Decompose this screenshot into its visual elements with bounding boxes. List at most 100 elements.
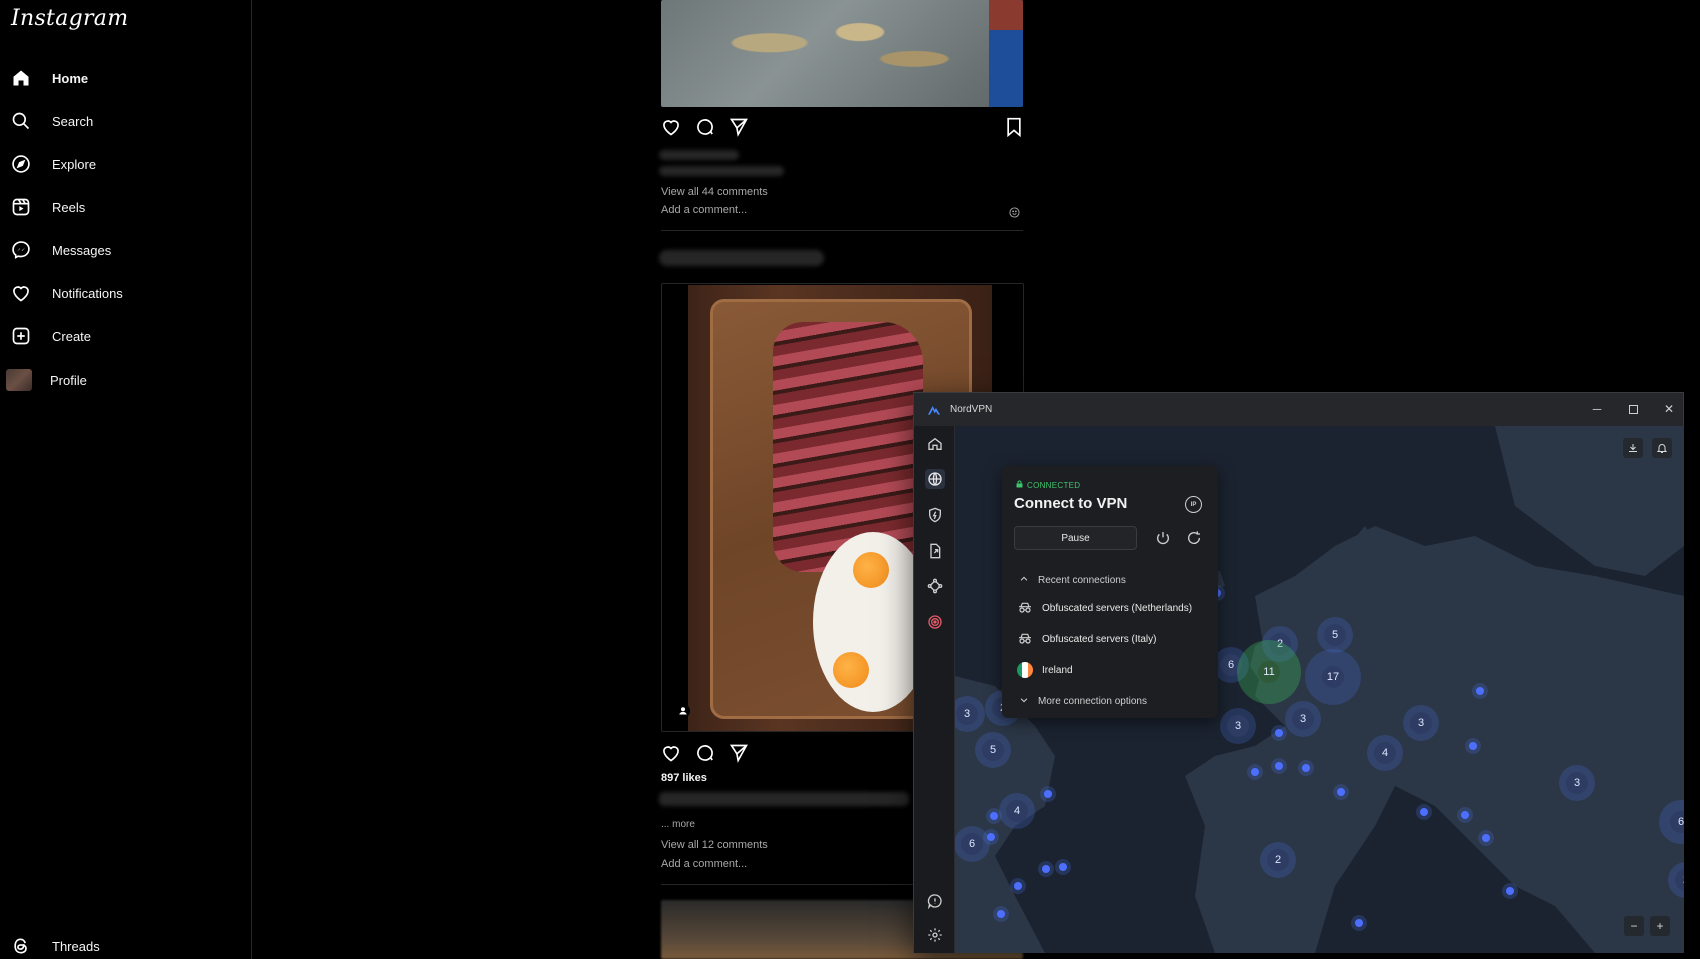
server-cluster[interactable]: 3 [1285, 701, 1321, 737]
server-dot[interactable] [1251, 768, 1259, 776]
server-dot[interactable] [987, 833, 995, 841]
server-dot[interactable] [990, 812, 998, 820]
chevron-down-icon [1019, 695, 1029, 708]
nav-profile[interactable]: Profile [6, 364, 87, 396]
bell-icon[interactable] [1652, 438, 1672, 458]
file-share-icon[interactable] [925, 541, 945, 561]
emoji-icon[interactable] [1009, 205, 1020, 223]
recent-connection-item[interactable]: Obfuscated servers (Netherlands) [1016, 599, 1192, 617]
post-image-mushrooms[interactable] [661, 0, 1023, 107]
nav-create[interactable]: Create [10, 320, 91, 352]
obfuscated-icon [1016, 599, 1034, 617]
more-link[interactable]: ... more [661, 819, 695, 830]
server-dot[interactable] [1469, 742, 1477, 750]
like-icon[interactable] [661, 117, 681, 142]
share-icon[interactable] [729, 743, 749, 768]
likes-count[interactable]: 897 likes [661, 772, 707, 784]
server-dot[interactable] [1042, 865, 1050, 873]
server-dot[interactable] [1059, 863, 1067, 871]
more-options-label: More connection options [1038, 696, 1147, 707]
server-dot[interactable] [997, 910, 1005, 918]
server-dot[interactable] [1275, 729, 1283, 737]
share-icon[interactable] [729, 117, 749, 142]
server-cluster[interactable]: 5 [975, 732, 1011, 768]
server-dot[interactable] [1506, 887, 1514, 895]
add-comment-input[interactable]: Add a comment... [661, 204, 747, 216]
nav-explore[interactable]: Explore [10, 148, 96, 180]
nav-messages-label: Messages [52, 242, 112, 258]
close-button[interactable]: ✕ [1661, 401, 1677, 417]
nav-notifications[interactable]: Notifications [10, 277, 123, 309]
recent-connection-label: Ireland [1042, 664, 1073, 676]
threads-icon [10, 935, 32, 957]
server-dot[interactable] [1420, 808, 1428, 816]
server-dot[interactable] [1275, 762, 1283, 770]
server-dot[interactable] [1302, 764, 1310, 772]
settings-icon[interactable] [925, 925, 945, 945]
server-cluster[interactable]: 6 [955, 826, 990, 862]
tagged-user-icon[interactable] [676, 704, 690, 723]
server-map[interactable]: 2 5 6 11 17 3 2 3 3 3 4 5 4 6 2 3 6 2 [955, 426, 1684, 953]
dark-web-monitor-icon[interactable] [925, 612, 945, 632]
maximize-button[interactable] [1625, 401, 1641, 417]
server-cluster[interactable]: 3 [1559, 765, 1595, 801]
pause-button[interactable]: Pause [1014, 526, 1137, 550]
instagram-sidebar: Instagram Home Search Explore Reels Mess… [0, 0, 252, 959]
server-dot[interactable] [1482, 834, 1490, 842]
server-dot[interactable] [1476, 687, 1484, 695]
refresh-icon[interactable] [1185, 529, 1203, 547]
nordvpn-titlebar[interactable]: NordVPN ─ ✕ [914, 393, 1683, 426]
server-cluster[interactable]: 17 [1305, 649, 1361, 705]
server-dot[interactable] [1014, 882, 1022, 890]
server-cluster[interactable]: 5 [1317, 617, 1353, 653]
home-icon[interactable] [925, 434, 945, 454]
nav-reels[interactable]: Reels [10, 191, 85, 223]
window-title: NordVPN [950, 404, 993, 415]
server-dot[interactable] [1337, 788, 1345, 796]
download-icon[interactable] [1623, 438, 1643, 458]
nav-search-label: Search [52, 113, 94, 129]
help-icon[interactable] [925, 891, 945, 911]
recent-connections-toggle[interactable]: Recent connections [1019, 574, 1126, 587]
status-text: CONNECTED [1027, 480, 1081, 490]
zoom-in-button[interactable]: + [1650, 916, 1670, 936]
comment-icon[interactable] [695, 117, 715, 142]
add-comment-input-2[interactable]: Add a comment... [661, 858, 747, 870]
globe-icon[interactable] [925, 469, 945, 489]
ireland-flag-icon [1017, 662, 1033, 678]
view-comments-link-2[interactable]: View all 12 comments [661, 839, 768, 851]
server-cluster-connected[interactable]: 11 [1237, 640, 1301, 704]
recent-connection-item[interactable]: Ireland [1016, 661, 1073, 679]
nordvpn-window: NordVPN ─ ✕ 2 5 6 11 17 3 3 3 3 4 5 4 6 … [913, 392, 1684, 953]
minimize-button[interactable]: ─ [1589, 401, 1605, 417]
power-icon[interactable] [1154, 529, 1172, 547]
nav-messages[interactable]: Messages [10, 234, 111, 266]
meshnet-icon[interactable] [925, 576, 945, 596]
like-icon[interactable] [661, 743, 681, 768]
nav-threads[interactable]: Threads [10, 930, 100, 959]
recent-connection-label: Obfuscated servers (Italy) [1042, 633, 1157, 645]
recent-connection-item[interactable]: Obfuscated servers (Italy) [1016, 630, 1156, 648]
ip-button[interactable]: IP [1185, 496, 1202, 513]
instagram-logo[interactable]: Instagram [11, 6, 128, 31]
server-dot[interactable] [1044, 790, 1052, 798]
search-icon [10, 110, 32, 132]
server-cluster[interactable]: 2 [1260, 842, 1296, 878]
plus-square-icon [10, 325, 32, 347]
threat-protection-icon[interactable] [925, 505, 945, 525]
more-options-toggle[interactable]: More connection options [1019, 695, 1147, 708]
comment-icon[interactable] [695, 743, 715, 768]
server-cluster[interactable]: 4 [1367, 735, 1403, 771]
view-comments-link[interactable]: View all 44 comments [661, 186, 768, 198]
server-cluster[interactable]: 4 [999, 793, 1035, 829]
server-dot[interactable] [1461, 811, 1469, 819]
chevron-up-icon [1019, 574, 1029, 587]
server-dot[interactable] [1355, 919, 1363, 927]
nav-search[interactable]: Search [10, 105, 93, 137]
server-cluster[interactable]: 3 [1220, 708, 1256, 744]
blurred-username [659, 150, 739, 160]
bookmark-icon[interactable] [1005, 117, 1023, 142]
nav-home[interactable]: Home [10, 62, 88, 94]
zoom-out-button[interactable]: − [1624, 916, 1644, 936]
server-cluster[interactable]: 3 [1403, 705, 1439, 741]
